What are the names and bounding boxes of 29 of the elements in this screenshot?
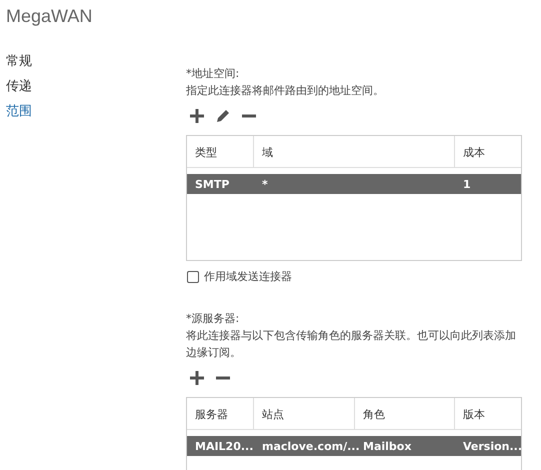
section-description: 指定此连接器将邮件路由到的地址空间。	[186, 83, 385, 99]
table-cell-text: MAIL20...	[194, 440, 254, 452]
nav-item[interactable]: 传递	[6, 74, 186, 99]
column-header[interactable]: 域	[254, 136, 455, 167]
remove-icon[interactable]	[241, 114, 257, 118]
table-row[interactable]: SMTP * 1	[187, 174, 521, 194]
table-cell-text: *	[261, 178, 269, 190]
add-icon[interactable]	[189, 108, 205, 124]
section-label: *源服务器:	[186, 311, 240, 327]
nav-item[interactable]: 常规	[6, 49, 186, 74]
nav-item[interactable]: 范围	[6, 99, 186, 124]
section-label: *地址空间:	[186, 66, 240, 82]
column-header[interactable]: 类型	[187, 136, 254, 167]
section-description: 将此连接器与以下包含传输角色的服务器关联。也可以向此列表添加边缘订阅。	[186, 328, 517, 361]
column-header[interactable]: 角色	[355, 398, 455, 429]
column-header[interactable]: 成本	[455, 136, 523, 167]
table-row[interactable]: MAIL20... maclove.com/... Mailbox Version...	[187, 436, 521, 456]
remove-icon[interactable]	[215, 376, 231, 380]
add-icon[interactable]	[189, 370, 205, 386]
table-cell-text: 1	[462, 178, 472, 190]
checkbox[interactable]	[187, 270, 199, 282]
window-title: MegaWAN	[5, 5, 94, 27]
table-cell-text: SMTP	[194, 178, 230, 190]
pencil-icon[interactable]	[215, 108, 231, 124]
checkbox-label: 作用域发送连接器	[204, 269, 292, 284]
column-header[interactable]: 站点	[254, 398, 355, 429]
column-header[interactable]: 版本	[455, 398, 523, 429]
column-header[interactable]: 服务器	[187, 398, 254, 429]
table-cell-text: Version...	[462, 440, 523, 452]
